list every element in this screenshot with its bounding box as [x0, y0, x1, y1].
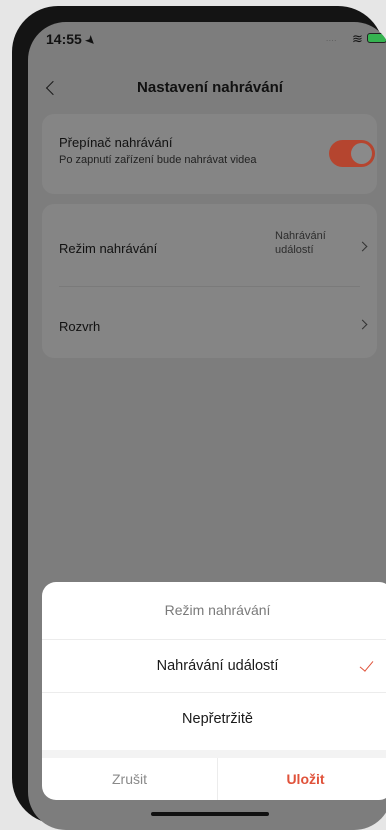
home-indicator[interactable]: [151, 812, 269, 816]
recording-toggle[interactable]: [329, 140, 375, 167]
signal-icon: ....: [326, 34, 337, 43]
screen: 14:55➤ .... ≋ Nastavení nahrávání Přepín…: [28, 22, 386, 830]
sheet-gap: [42, 750, 386, 758]
option-label: Nahrávání událostí: [156, 658, 279, 674]
location-arrow-icon: ➤: [82, 33, 98, 49]
check-icon: [359, 657, 374, 672]
option-event-recording[interactable]: Nahrávání událostí: [42, 640, 386, 692]
wifi-icon: ≋: [352, 31, 363, 46]
recording-switch-label: Přepínač nahrávání: [59, 135, 173, 150]
schedule-label[interactable]: Rozvrh: [59, 319, 100, 334]
chevron-right-icon[interactable]: [357, 241, 368, 252]
option-continuous[interactable]: Nepřetržitě: [42, 693, 386, 745]
recording-settings-card: Režim nahrávání Nahrávání událostí Rozvr…: [42, 204, 377, 358]
row-divider: [59, 286, 360, 287]
toggle-knob: [351, 143, 372, 164]
chevron-right-icon[interactable]: [357, 319, 368, 330]
battery-charging-icon: [367, 33, 386, 43]
recording-switch-description: Po zapnutí zařízení bude nahrávat videa: [59, 154, 257, 166]
option-label: Nepřetržitě: [182, 711, 253, 727]
cancel-button[interactable]: Zrušit: [42, 758, 217, 800]
page-title: Nastavení nahrávání: [137, 79, 283, 96]
sheet-title: Režim nahrávání: [164, 602, 271, 618]
recording-switch-card: Přepínač nahrávání Po zapnutí zařízení b…: [42, 114, 377, 194]
recording-mode-label[interactable]: Režim nahrávání: [59, 241, 157, 256]
recording-mode-value-line1: Nahrávání: [275, 230, 326, 242]
device-frame: 14:55➤ .... ≋ Nastavení nahrávání Přepín…: [12, 6, 386, 830]
recording-mode-sheet: Režim nahrávání Nahrávání událostí Nepře…: [42, 582, 386, 800]
save-button[interactable]: Uložit: [218, 758, 386, 800]
recording-mode-value-line2: událostí: [275, 244, 314, 256]
status-bar: 14:55➤ .... ≋: [28, 22, 386, 58]
recording-mode-value: Nahrávání událostí: [275, 229, 339, 257]
status-time: 14:55➤: [46, 31, 98, 49]
